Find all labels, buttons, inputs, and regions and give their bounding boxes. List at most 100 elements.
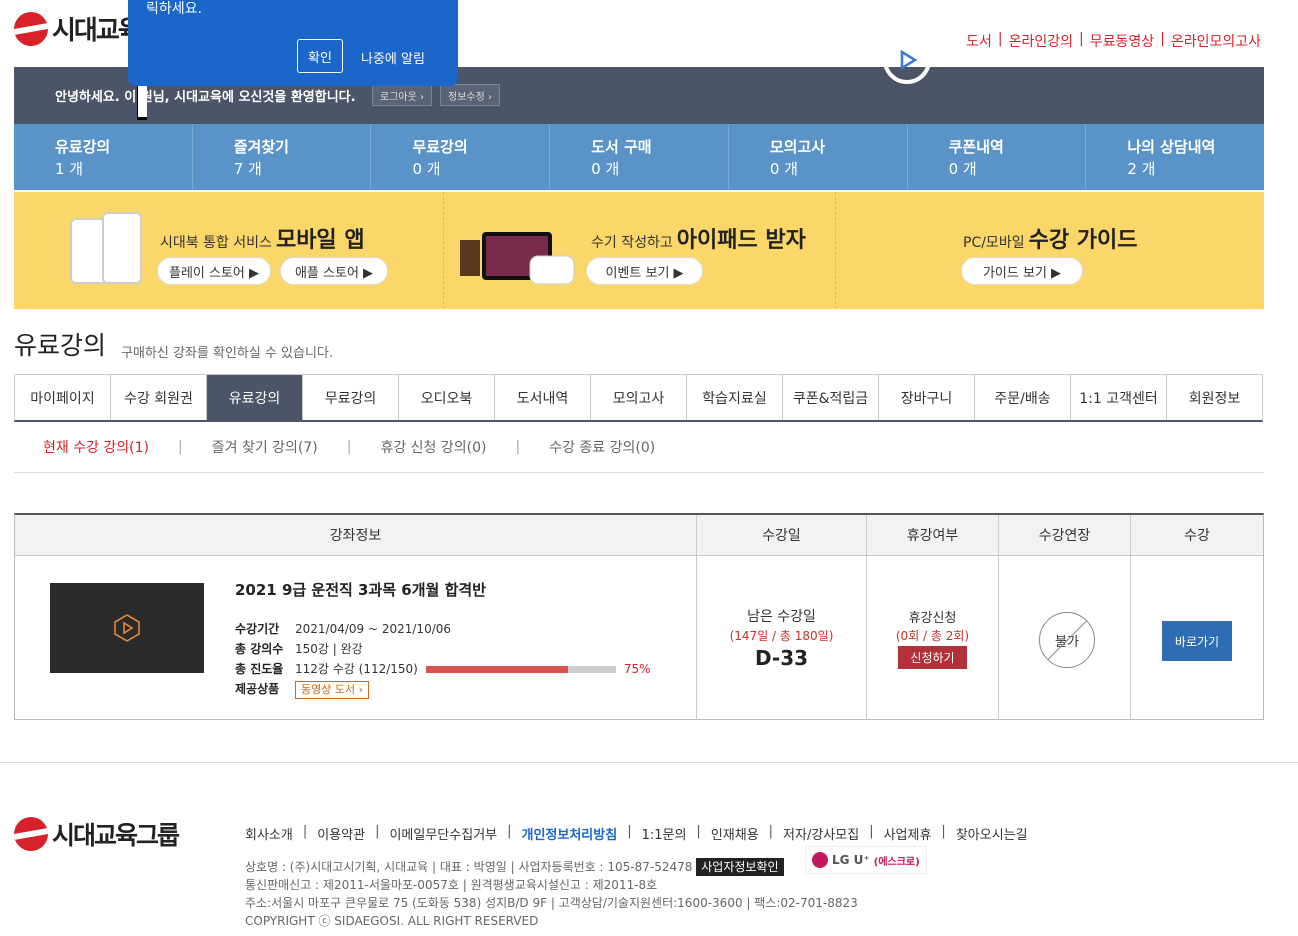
footer-logo[interactable]: 시대교육그룹 (14, 816, 180, 852)
tab-mock-exam[interactable]: 모의고사 (591, 375, 687, 420)
table-row: 2021 9급 운전직 3과목 6개월 합격반 수강기간 2021/04/09 ~… (15, 556, 1263, 720)
course-progress-text: 112강 수강 (112/150) (295, 662, 418, 676)
progress-percent: 75% (623, 662, 651, 676)
remain-label: 남은 수강일 (747, 609, 816, 625)
product-button[interactable]: 동영상 도서 › (295, 681, 369, 699)
topnav-free-videos[interactable]: 무료동영상 (1090, 31, 1154, 51)
biz-info-button[interactable]: 사업자정보확인 (696, 858, 784, 876)
phone-image-icon (70, 212, 142, 288)
progress-bar (425, 666, 616, 673)
stat-book-purchase[interactable]: 도서 구매 0 개 (550, 124, 729, 190)
promo-guide: PC/모바일 수강 가이드 가이드 보기 ▶ (836, 192, 1264, 309)
tab-book-history[interactable]: 도서내역 (495, 375, 591, 420)
tab-orders[interactable]: 주문/배송 (975, 375, 1071, 420)
remain-detail: (147일 / 총 180일) (729, 629, 834, 643)
tab-materials[interactable]: 학습지료실 (687, 375, 783, 420)
footer-copyright: COPYRIGHT ⓒ SIDAEGOSI. ALL RIGHT RESERVE… (245, 914, 539, 928)
guide-promo-title: PC/모바일 수강 가이드 (963, 228, 1138, 253)
site-logo[interactable]: 시대교육 (14, 10, 142, 47)
page-description: 구매하신 강좌를 확인하실 수 있습니다. (121, 346, 334, 361)
top-nav: 도서 | 온라인강의 | 무료동영상 | 온라인모의고사 (966, 31, 1261, 51)
play-circle-icon (883, 36, 931, 84)
tab-coupons[interactable]: 쿠폰&적립금 (783, 375, 879, 420)
extend-cell: 불가 (999, 556, 1131, 720)
d-day: D-33 (754, 646, 809, 670)
course-thumbnail[interactable] (50, 583, 204, 673)
stat-consultations[interactable]: 나의 상담내역 2 개 (1086, 124, 1264, 190)
play-store-button[interactable]: 플레이 스토어 ▶ (157, 257, 271, 285)
ipad-image-icon (460, 232, 575, 285)
subtab-paused[interactable]: 휴강 신청 강의(0) (380, 437, 486, 457)
study-days-cell: 남은 수강일 (147일 / 총 180일) D-33 (697, 556, 867, 720)
tab-paid-lectures[interactable]: 유료강의 (207, 375, 303, 420)
footer-link-authors[interactable]: 저자/강사모집 (783, 824, 859, 843)
tab-audiobook[interactable]: 오디오북 (399, 375, 495, 420)
pause-apply-button[interactable]: 신청하기 (898, 646, 967, 669)
pause-detail: (0회 / 총 2회) (895, 629, 970, 643)
footer-line-2: 통신판매신고 : 제2011-서울마포-0057호 | 원격평생교육시설신고 :… (245, 878, 658, 892)
footer-link-inquiry[interactable]: 1:1문의 (642, 824, 687, 843)
logout-button[interactable]: 로그아웃 › (372, 84, 432, 106)
guide-button[interactable]: 가이드 보기 ▶ (961, 257, 1083, 285)
stat-favorites[interactable]: 즐겨찾기 7 개 (193, 124, 372, 190)
footer-line-3: 주소:서울시 마포구 큰우물로 75 (도화동 538) 성지B/D 9F | … (245, 896, 858, 910)
tab-support[interactable]: 1:1 고객센터 (1071, 375, 1167, 420)
apple-store-button[interactable]: 애플 스토어 ▶ (280, 257, 388, 285)
footer-link-about[interactable]: 회사소개 (245, 824, 293, 843)
promo-banner: 시대북 통합 서비스 모바일 앱 플레이 스토어 ▶ 애플 스토어 ▶ 수기 작성… (14, 192, 1264, 309)
event-button[interactable]: 이벤트 보기 ▶ (586, 257, 703, 285)
logo-mark-icon (14, 11, 48, 46)
col-extend: 수강연장 (999, 515, 1131, 555)
sub-tabs: 현재 수강 강의(1) | 즐겨 찾기 강의(7) | 휴강 신청 강의(0) | 수… (14, 422, 1264, 473)
subtab-ended[interactable]: 수강 종료 강의(0) (549, 437, 655, 457)
subtab-favorites[interactable]: 즐겨 찾기 강의(7) (212, 437, 318, 457)
course-table: 강좌정보 수강일 휴강여부 수강연장 수강 2021 9급 운전직 3과목 6개… (14, 513, 1264, 720)
course-lecture-count: 150강 | 완강 (295, 642, 363, 656)
footer-link-careers[interactable]: 인재채용 (711, 824, 759, 843)
welcome-message: 안녕하세요. 이 원님, 시대교육에 오신것을 환영합니다. (55, 90, 356, 105)
footer-link-terms[interactable]: 이용약관 (317, 824, 365, 843)
stat-mock-exam[interactable]: 모의고사 0 개 (729, 124, 908, 190)
study-cell: 바로가기 (1131, 556, 1263, 720)
stat-coupons[interactable]: 쿠폰내역 0 개 (908, 124, 1087, 190)
topnav-online-lectures[interactable]: 온라인강의 (1009, 31, 1073, 51)
course-info-cell: 2021 9급 운전직 3과목 6개월 합격반 수강기간 2021/04/09 ~… (15, 556, 697, 720)
course-title[interactable]: 2021 9급 운전직 3과목 6개월 합격반 (235, 579, 486, 600)
stat-free-lectures[interactable]: 무료강의 0 개 (371, 124, 551, 190)
topnav-books[interactable]: 도서 (966, 31, 992, 51)
footer-link-directions[interactable]: 찾아오시는길 (956, 824, 1028, 843)
go-study-button[interactable]: 바로가기 (1162, 621, 1232, 661)
promo-mobile-app: 시대북 통합 서비스 모바일 앱 플레이 스토어 ▶ 애플 스토어 ▶ (14, 192, 444, 309)
tab-mypage[interactable]: 마이페이지 (15, 375, 111, 420)
lgu-escrow-badge[interactable]: LG U⁺ (에스크로) (805, 846, 927, 874)
footer-logo-mark-icon (14, 817, 48, 851)
page-title: 유료강의 (14, 331, 107, 360)
popup-text: 릭하세요. (146, 1, 202, 17)
table-header: 강좌정보 수강일 휴강여부 수강연장 수강 (15, 515, 1263, 556)
pause-label: 휴강신청 (908, 611, 957, 626)
tab-cart[interactable]: 장바구니 (879, 375, 975, 420)
col-study-days: 수강일 (697, 515, 867, 555)
footer-links: 회사소개 | 이용약관 | 이메일무단수집거부 | 개인정보처리방침 | 1:1문의 | … (245, 824, 1028, 843)
tab-free-lectures[interactable]: 무료강의 (303, 375, 399, 420)
edit-info-button[interactable]: 정보수정 › (440, 84, 500, 106)
popup-later-button[interactable]: 나중에 알림 (361, 48, 425, 67)
footer-line-1: 상호명 : (주)시대고시기획, 시대교육 | 대표 : 박영일 | 사업자등록… (245, 860, 693, 874)
lgu-logo-icon (812, 852, 828, 868)
tab-member-info[interactable]: 회원정보 (1167, 375, 1262, 420)
col-pause: 휴강여부 (867, 515, 999, 555)
progress-bar-fill (425, 666, 569, 673)
tab-membership[interactable]: 수강 회원권 (111, 375, 207, 420)
topnav-mock-exam[interactable]: 온라인모의고사 (1171, 31, 1261, 51)
col-study: 수강 (1184, 528, 1210, 544)
footer-logo-text: 시대교육그룹 (52, 821, 180, 850)
footer-link-partnership[interactable]: 사업제휴 (884, 824, 932, 843)
course-period: 2021/04/09 ~ 2021/10/06 (295, 622, 452, 636)
popup-ok-button[interactable]: 확인 (297, 39, 343, 73)
mypage-tabs: 마이페이지 수강 회원권 유료강의 무료강의 오디오북 도서내역 모의고사 학습… (14, 374, 1263, 422)
subtab-current[interactable]: 현재 수강 강의(1) (43, 437, 149, 457)
footer-link-privacy[interactable]: 개인정보처리방침 (522, 824, 618, 843)
footer-link-email-policy[interactable]: 이메일무단수집거부 (389, 824, 497, 843)
footer-divider (0, 762, 1298, 763)
stat-paid-lectures[interactable]: 유료강의 1 개 (14, 124, 193, 190)
